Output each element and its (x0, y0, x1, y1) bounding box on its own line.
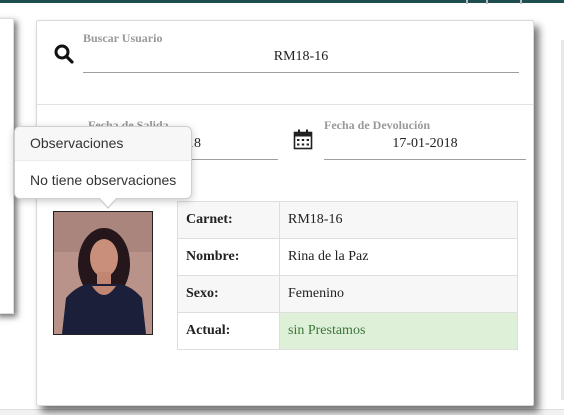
fecha-devolucion-label: Fecha de Devolución (324, 118, 430, 132)
actual-label: Actual: (177, 312, 280, 350)
table-row: Carnet: RM18-16 (177, 201, 518, 239)
calendar-icon[interactable] (293, 129, 313, 150)
carnet-label: Carnet: (177, 201, 280, 239)
top-bar-tick (486, 0, 488, 4)
table-row: Sexo: Femenino (177, 275, 518, 313)
search-underline (83, 72, 519, 73)
user-photo (53, 211, 153, 335)
carnet-value: RM18-16 (279, 201, 518, 239)
fecha-devolucion-underline (324, 159, 526, 160)
loan-card: Buscar Usuario RM18-16 Fecha de Salida 1… (36, 20, 534, 406)
sexo-label: Sexo: (177, 275, 280, 313)
top-bar-tick (466, 0, 468, 4)
page-bottom-edge (0, 409, 564, 415)
popover-arrow (98, 197, 118, 209)
background-panel (0, 18, 14, 314)
top-bar-tick (520, 0, 522, 4)
fecha-devolucion-input[interactable]: 17-01-2018 (324, 136, 526, 152)
search-label: Buscar Usuario (83, 31, 163, 45)
search-input[interactable]: RM18-16 (83, 49, 519, 65)
section-divider (37, 104, 533, 105)
search-row: Buscar Usuario RM18-16 (37, 21, 533, 105)
popover-body: No tiene observaciones (30, 172, 177, 188)
table-row: Actual: sin Prestamos (177, 312, 518, 350)
user-info-table: Carnet: RM18-16 Nombre: Rina de la Paz S… (177, 201, 518, 350)
observaciones-popover: Observaciones No tiene observaciones (14, 126, 192, 209)
loan-status-value: sin Prestamos (279, 312, 518, 350)
nombre-label: Nombre: (177, 238, 280, 276)
search-icon[interactable] (53, 43, 75, 65)
top-nav-bar (0, 0, 564, 3)
nombre-value: Rina de la Paz (279, 238, 518, 276)
popover-title: Observaciones (15, 127, 191, 161)
sexo-value: Femenino (279, 275, 518, 313)
table-row: Nombre: Rina de la Paz (177, 238, 518, 276)
